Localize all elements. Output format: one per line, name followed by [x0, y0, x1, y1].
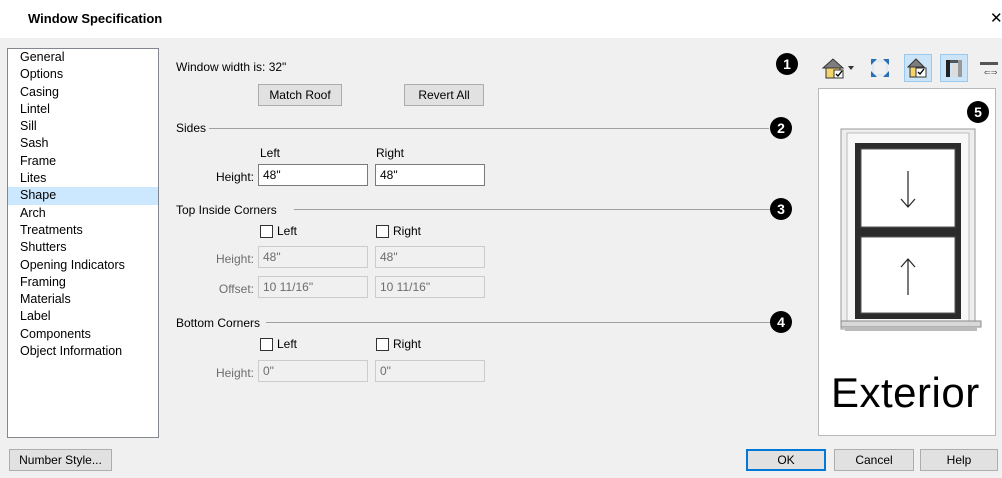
callout-3: 3 [770, 198, 792, 220]
top-right-checkbox[interactable]: Right [376, 224, 421, 238]
checkbox-box[interactable] [376, 224, 389, 238]
cancel-button[interactable]: Cancel [834, 449, 914, 471]
svg-text:⇐⇒: ⇐⇒ [984, 68, 998, 77]
match-roof-button[interactable]: Match Roof [258, 84, 342, 106]
top-inside-corners-heading: Top Inside Corners [176, 203, 277, 217]
bottom-right-height-field[interactable]: 0" [375, 360, 485, 382]
bottom-corners-separator [266, 322, 770, 323]
checkbox-label: Left [277, 224, 298, 238]
sides-left-height-field[interactable]: 48" [258, 164, 368, 186]
callout-1: 1 [776, 53, 798, 75]
ok-button[interactable]: OK [746, 449, 826, 471]
checkbox-box[interactable] [260, 224, 273, 238]
dialog-title: Window Specification [28, 11, 163, 26]
top-left-height-field[interactable]: 48" [258, 246, 368, 268]
checkbox-box[interactable] [260, 337, 273, 351]
fill-window-icon[interactable] [866, 54, 894, 82]
window-drawing [840, 128, 982, 331]
sides-separator [209, 128, 769, 129]
nav-item-object-information[interactable]: Object Information [8, 343, 158, 360]
category-list[interactable]: General Options Casing Lintel Sill Sash Frame L… [7, 48, 159, 438]
nav-item-components[interactable]: Components [8, 326, 158, 343]
nav-item-sash[interactable]: Sash [8, 135, 158, 152]
top-left-offset-field[interactable]: 10 11/16" [258, 276, 368, 298]
sides-height-label: Height: [215, 170, 254, 184]
revert-all-button[interactable]: Revert All [404, 84, 484, 106]
nav-item-options[interactable]: Options [8, 66, 158, 83]
title-bar: Window Specification ✕ [0, 0, 1002, 38]
help-button[interactable]: Help [920, 449, 998, 471]
nav-item-opening-indicators[interactable]: Opening Indicators [8, 257, 158, 274]
top-corners-separator [294, 209, 770, 210]
nav-item-shape[interactable]: Shape [8, 187, 158, 205]
nav-item-shutters[interactable]: Shutters [8, 239, 158, 256]
close-icon[interactable]: ✕ [990, 9, 1002, 27]
nav-item-arch[interactable]: Arch [8, 205, 158, 222]
callout-4: 4 [770, 311, 792, 333]
nav-item-frame[interactable]: Frame [8, 153, 158, 170]
bottom-left-height-field[interactable]: 0" [258, 360, 368, 382]
top-corners-offset-label: Offset: [218, 282, 254, 296]
nav-item-lites[interactable]: Lites [8, 170, 158, 187]
sides-left-header: Left [260, 146, 281, 160]
view-3d-icon[interactable] [820, 54, 856, 82]
bottom-right-checkbox[interactable]: Right [376, 337, 421, 351]
window-width-text: Window width is: 32" [176, 60, 287, 74]
nav-item-framing[interactable]: Framing [8, 274, 158, 291]
top-right-height-field[interactable]: 48" [375, 246, 485, 268]
checkbox-label: Left [277, 337, 298, 351]
nav-item-casing[interactable]: Casing [8, 84, 158, 101]
sides-heading: Sides [176, 121, 207, 135]
checkbox-label: Right [393, 224, 422, 238]
show-casing-icon[interactable] [940, 54, 968, 82]
sides-right-height-field[interactable]: 48" [375, 164, 485, 186]
window-preview: 5 Exterior [818, 88, 996, 436]
preview-view-label: Exterior [831, 369, 980, 416]
top-corners-height-label: Height: [215, 252, 254, 266]
checkbox-label: Right [393, 337, 422, 351]
show-materials-icon[interactable] [904, 54, 932, 82]
callout-2: 2 [770, 117, 792, 139]
top-right-offset-field[interactable]: 10 11/16" [375, 276, 485, 298]
bottom-corners-height-label: Height: [215, 366, 254, 380]
number-style-button[interactable]: Number Style... [9, 449, 112, 471]
nav-item-lintel[interactable]: Lintel [8, 101, 158, 118]
sides-right-header: Right [376, 146, 405, 160]
swing-side-icon[interactable]: ⇐⇒ [976, 54, 1002, 82]
top-left-checkbox[interactable]: Left [260, 224, 297, 238]
bottom-corners-heading: Bottom Corners [176, 316, 261, 330]
nav-item-materials[interactable]: Materials [8, 291, 158, 308]
nav-item-general[interactable]: General [8, 49, 158, 66]
nav-item-treatments[interactable]: Treatments [8, 222, 158, 239]
nav-item-sill[interactable]: Sill [8, 118, 158, 135]
nav-item-label[interactable]: Label [8, 308, 158, 325]
bottom-left-checkbox[interactable]: Left [260, 337, 297, 351]
checkbox-box[interactable] [376, 337, 389, 351]
